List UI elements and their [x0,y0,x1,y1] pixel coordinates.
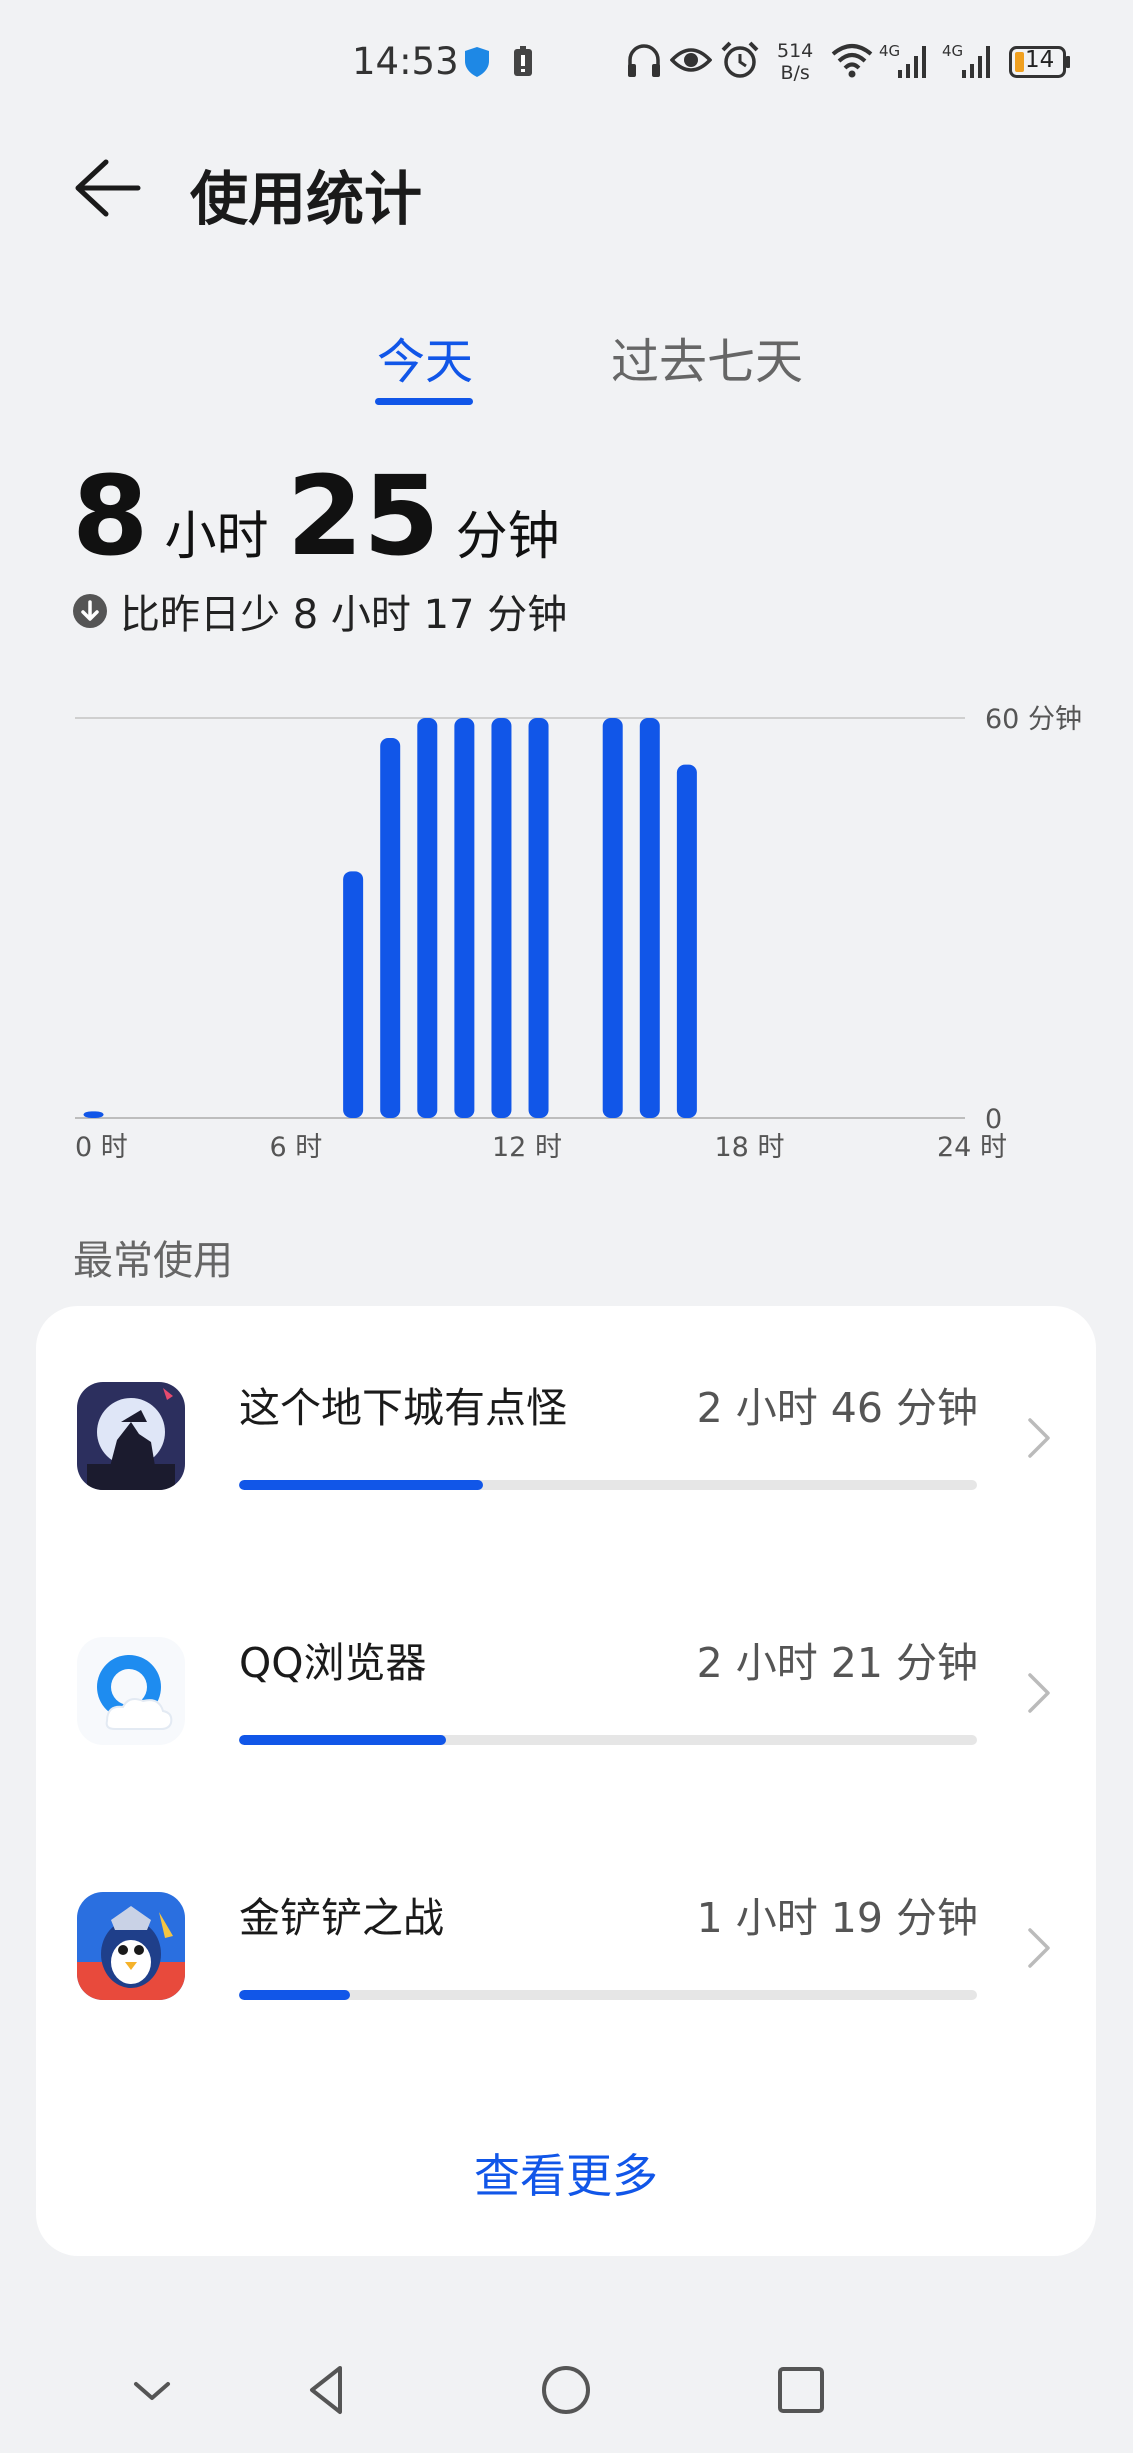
compare-text: 比昨日少 8 小时 17 分钟 [120,592,568,638]
battery-icon: 14 [1009,46,1070,78]
chart-bar [491,718,512,1118]
app-name: 金铲铲之战 [239,1894,444,1942]
signal-icon [898,46,926,78]
hourly-usage-chart: 0 60 分钟 0 时 6 时 12 时 18 时 24 时 [75,704,1082,1163]
total-hours: 8 [72,452,149,580]
chart-y-tick: 0 [985,1104,1002,1135]
usage-progress-fill [239,1480,483,1490]
chart-y-tick: 60 分钟 [985,704,1082,735]
nav-collapse-icon[interactable] [122,2360,182,2420]
signal-icon-2 [962,46,990,78]
chart-bar [454,718,475,1118]
tab-active-indicator [375,398,473,405]
net-speed-value: 514 [777,40,814,62]
chart-x-tick: 18 时 [715,1132,785,1163]
most-used-card: 这个地下城有点怪 2 小时 46 分钟 QQ浏览器 2 小时 21 分钟 金铲铲… [36,1306,1096,2256]
app-usage-time: 2 小时 46 分钟 [696,1384,978,1432]
wifi-icon [831,44,873,78]
headphones-icon [628,44,660,77]
chart-bar [343,871,364,1118]
shield-icon [465,47,489,77]
jinchanchan-game-icon [77,1892,185,2000]
app-row-qq-browser[interactable]: QQ浏览器 2 小时 21 分钟 [36,1561,1096,1811]
usage-progress-bar [239,1990,977,2000]
chart-bar [528,718,549,1118]
chevron-right-icon [1028,1418,1050,1458]
chart-x-tick: 12 时 [492,1132,562,1163]
chart-bar [83,1111,104,1118]
nav-back-icon[interactable] [300,2360,360,2420]
app-name: QQ浏览器 [239,1639,427,1687]
usage-progress-fill [239,1735,446,1745]
section-most-used: 最常使用 [73,1238,233,1284]
chart-bar [380,738,401,1118]
chart-x-tick: 0 时 [75,1132,128,1163]
chart-bar [676,764,697,1118]
chevron-right-icon [1028,1673,1050,1713]
usage-progress-bar [239,1735,977,1745]
chart-bar [602,718,623,1118]
net-speed: 514 B/s [777,40,813,84]
back-arrow-icon[interactable] [72,158,142,218]
usage-progress-bar [239,1480,977,1490]
chart-bar [639,718,660,1118]
compare-yesterday: 比昨日少 8 小时 17 分钟 [72,582,567,640]
net-speed-unit: B/s [780,62,810,84]
total-minutes: 25 [286,452,440,580]
app-name: 这个地下城有点怪 [239,1384,567,1432]
chevron-right-icon [1028,1928,1050,1968]
eye-icon [670,48,712,72]
minutes-unit: 分钟 [455,507,560,567]
dungeon-game-icon [77,1382,185,1490]
app-usage-time: 1 小时 19 分钟 [696,1894,978,1942]
app-row-dungeon[interactable]: 这个地下城有点怪 2 小时 46 分钟 [36,1306,1096,1556]
nav-home-icon[interactable] [536,2360,596,2420]
see-more-button[interactable]: 查看更多 [36,2140,1096,2206]
usage-progress-fill [239,1990,350,2000]
tab-past-seven-days[interactable]: 过去七天 [611,322,803,392]
hours-unit: 小时 [164,507,269,567]
nav-recents-icon[interactable] [771,2360,831,2420]
app-usage-time: 2 小时 21 分钟 [696,1639,978,1687]
chart-x-tick: 24 时 [937,1132,1007,1163]
qq-browser-icon [77,1637,185,1745]
battery-level: 14 [1025,47,1055,73]
chart-bar [417,718,438,1118]
app-row-jinchanchan[interactable]: 金铲铲之战 1 小时 19 分钟 [36,1816,1096,2066]
total-usage: 8 小时 25 分钟 [72,452,578,580]
page-title: 使用统计 [190,165,423,233]
chart-x-tick: 6 时 [270,1132,323,1163]
arrow-down-circle-icon [73,594,107,628]
sim-icon [514,46,532,76]
tab-today[interactable]: 今天 [377,322,473,392]
alarm-icon [721,41,759,78]
status-time: 14:53 [352,40,459,83]
